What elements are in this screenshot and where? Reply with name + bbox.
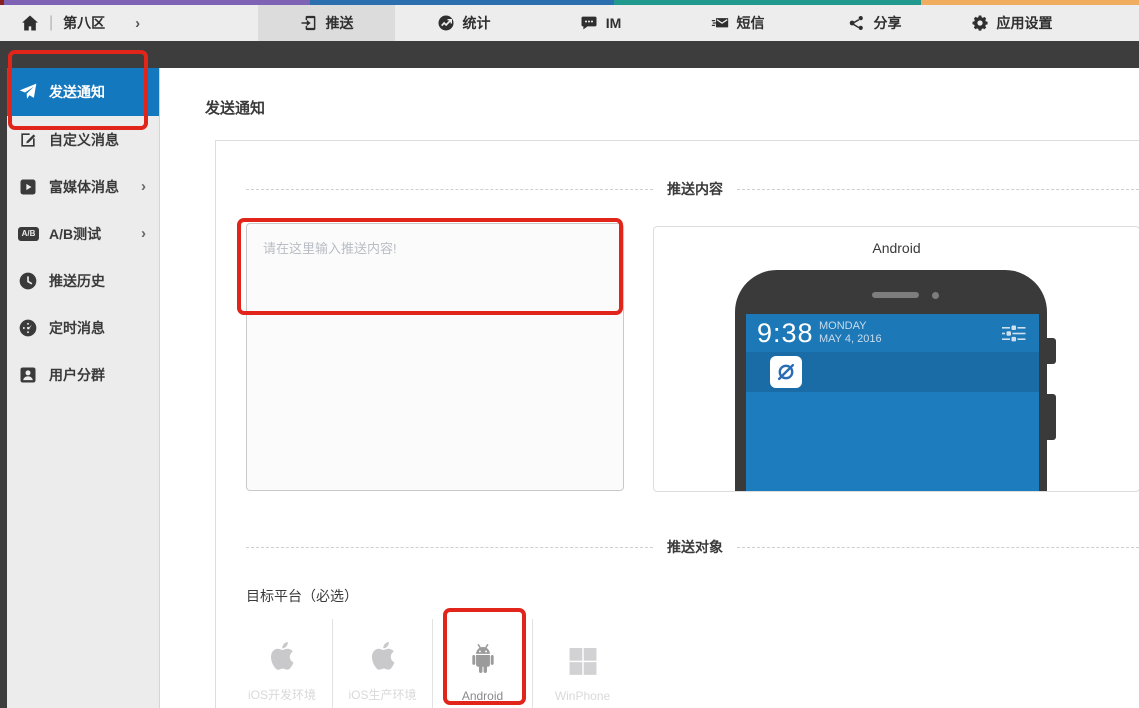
push-form-card: 推送内容 Android 9:38 MONDAY (215, 140, 1139, 708)
sidebar-item-label: 富媒体消息 (49, 177, 119, 197)
nav-tabs: 推送 统计 IM 短信 (258, 5, 1080, 41)
ab-test-icon: A/B (18, 227, 39, 241)
send-icon (18, 82, 38, 102)
platform-label: WinPhone (555, 689, 610, 703)
divider-line (246, 189, 653, 190)
sidebar-item-rich-media[interactable]: 富媒体消息 › (7, 163, 159, 210)
phone-side-button (1047, 338, 1056, 364)
tab-share[interactable]: 分享 (806, 5, 943, 41)
gear-icon (971, 14, 989, 32)
notification-row (746, 352, 1039, 392)
push-icon (300, 14, 318, 32)
chevron-right-icon[interactable]: › (135, 16, 140, 31)
sidebar-item-ab-test[interactable]: A/B A/B测试 › (7, 210, 159, 257)
section-divider-push-target: 推送对象 (246, 537, 1139, 557)
sms-icon (711, 14, 729, 32)
preview-device-label: Android (654, 240, 1139, 256)
platform-ios-prod[interactable]: iOS生产环境 (332, 619, 432, 708)
main-content: 发送通知 推送内容 Android 9:38 (161, 68, 1139, 708)
current-app-name[interactable]: 第八区 (63, 13, 105, 33)
sidebar-item-send-notification[interactable]: 发送通知 (7, 68, 159, 116)
sidebar-item-scheduled-message[interactable]: 定时消息 (7, 304, 159, 351)
sidebar-item-custom-message[interactable]: 自定义消息 (7, 116, 159, 163)
tab-label: IM (606, 15, 622, 31)
app-selector[interactable]: | 第八区 › (0, 5, 258, 41)
im-icon (580, 14, 598, 32)
divider-line (246, 547, 653, 548)
clock-date: MONDAY MAY 4, 2016 (819, 320, 882, 346)
divider-line (737, 189, 1139, 190)
sliders-icon (1002, 325, 1026, 347)
sidebar-item-label: A/B测试 (49, 224, 101, 244)
nav-divider: | (49, 14, 53, 32)
phone-camera (932, 292, 939, 299)
home-icon[interactable] (20, 13, 40, 33)
platform-label: Android (462, 689, 503, 703)
platform-ios-dev[interactable]: iOS开发环境 (232, 619, 332, 708)
section-divider-push-content: 推送内容 (246, 179, 1139, 199)
edit-icon (18, 130, 38, 150)
sidebar-item-label: 定时消息 (49, 318, 105, 338)
target-platform-label: 目标平台（必选） (246, 586, 358, 606)
windows-icon (566, 643, 600, 677)
jpush-logo-icon (775, 361, 797, 383)
tab-app-settings[interactable]: 应用设置 (943, 5, 1080, 41)
users-icon (18, 365, 38, 385)
section-title: 推送内容 (667, 179, 723, 199)
platform-winphone[interactable]: WinPhone (532, 619, 632, 708)
jpush-console: | 第八区 › 推送 统计 IM (0, 0, 1139, 708)
sidebar-item-label: 推送历史 (49, 271, 105, 291)
sidebar-item-push-history[interactable]: 推送历史 (7, 257, 159, 304)
tab-label: 统计 (463, 13, 491, 33)
sidebar-item-user-segments[interactable]: 用户分群 (7, 351, 159, 398)
divider-line (737, 547, 1139, 548)
share-icon (848, 14, 866, 32)
platform-label: iOS生产环境 (348, 686, 416, 703)
platform-label: iOS开发环境 (248, 686, 316, 703)
push-content-input[interactable] (246, 223, 624, 491)
section-title: 推送对象 (667, 537, 723, 557)
stats-icon (437, 14, 455, 32)
left-edge-strip (0, 41, 7, 708)
sidebar-item-label: 用户分群 (49, 365, 105, 385)
rich-media-icon (18, 177, 38, 197)
phone-mockup: 9:38 MONDAY MAY 4, 2016 (735, 270, 1047, 492)
tab-im[interactable]: IM (532, 5, 669, 41)
sidebar: 发送通知 自定义消息 富媒体消息 › A/B A/B测试 › 推送历史 定时消息… (7, 68, 160, 708)
phone-speaker (872, 292, 919, 298)
clock-time: 9:38 (757, 318, 814, 349)
sidebar-item-label: 发送通知 (49, 82, 105, 102)
tab-push[interactable]: 推送 (258, 5, 395, 41)
tab-label: 推送 (326, 13, 354, 33)
phone-statusbar: 9:38 MONDAY MAY 4, 2016 (746, 314, 1039, 352)
tab-stats[interactable]: 统计 (395, 5, 532, 41)
android-preview-panel: Android 9:38 MONDAY MAY 4, 2016 (653, 226, 1139, 492)
tab-label: 短信 (737, 13, 765, 33)
jpush-app-icon (770, 356, 802, 388)
tab-label: 分享 (874, 13, 902, 33)
platform-selector: iOS开发环境 iOS生产环境 Android WinPhone (232, 619, 632, 708)
sidebar-item-label: 自定义消息 (49, 130, 119, 150)
chevron-right-icon: › (141, 225, 146, 242)
apple-icon (265, 638, 299, 674)
android-icon (467, 641, 499, 677)
apple-icon (366, 638, 400, 674)
phone-screen: 9:38 MONDAY MAY 4, 2016 (746, 314, 1039, 492)
tab-label: 应用设置 (997, 13, 1053, 33)
tab-sms[interactable]: 短信 (669, 5, 806, 41)
clock-weekday: MONDAY (819, 320, 866, 332)
page-title: 发送通知 (205, 97, 265, 118)
timer-icon (18, 318, 38, 338)
clock-day: MAY 4, 2016 (819, 333, 882, 345)
chevron-right-icon: › (141, 178, 146, 195)
top-navbar: | 第八区 › 推送 统计 IM (0, 5, 1139, 41)
history-icon (18, 271, 38, 291)
phone-side-button (1047, 394, 1056, 440)
dark-header-bar (0, 41, 1139, 68)
platform-android[interactable]: Android (432, 619, 532, 708)
